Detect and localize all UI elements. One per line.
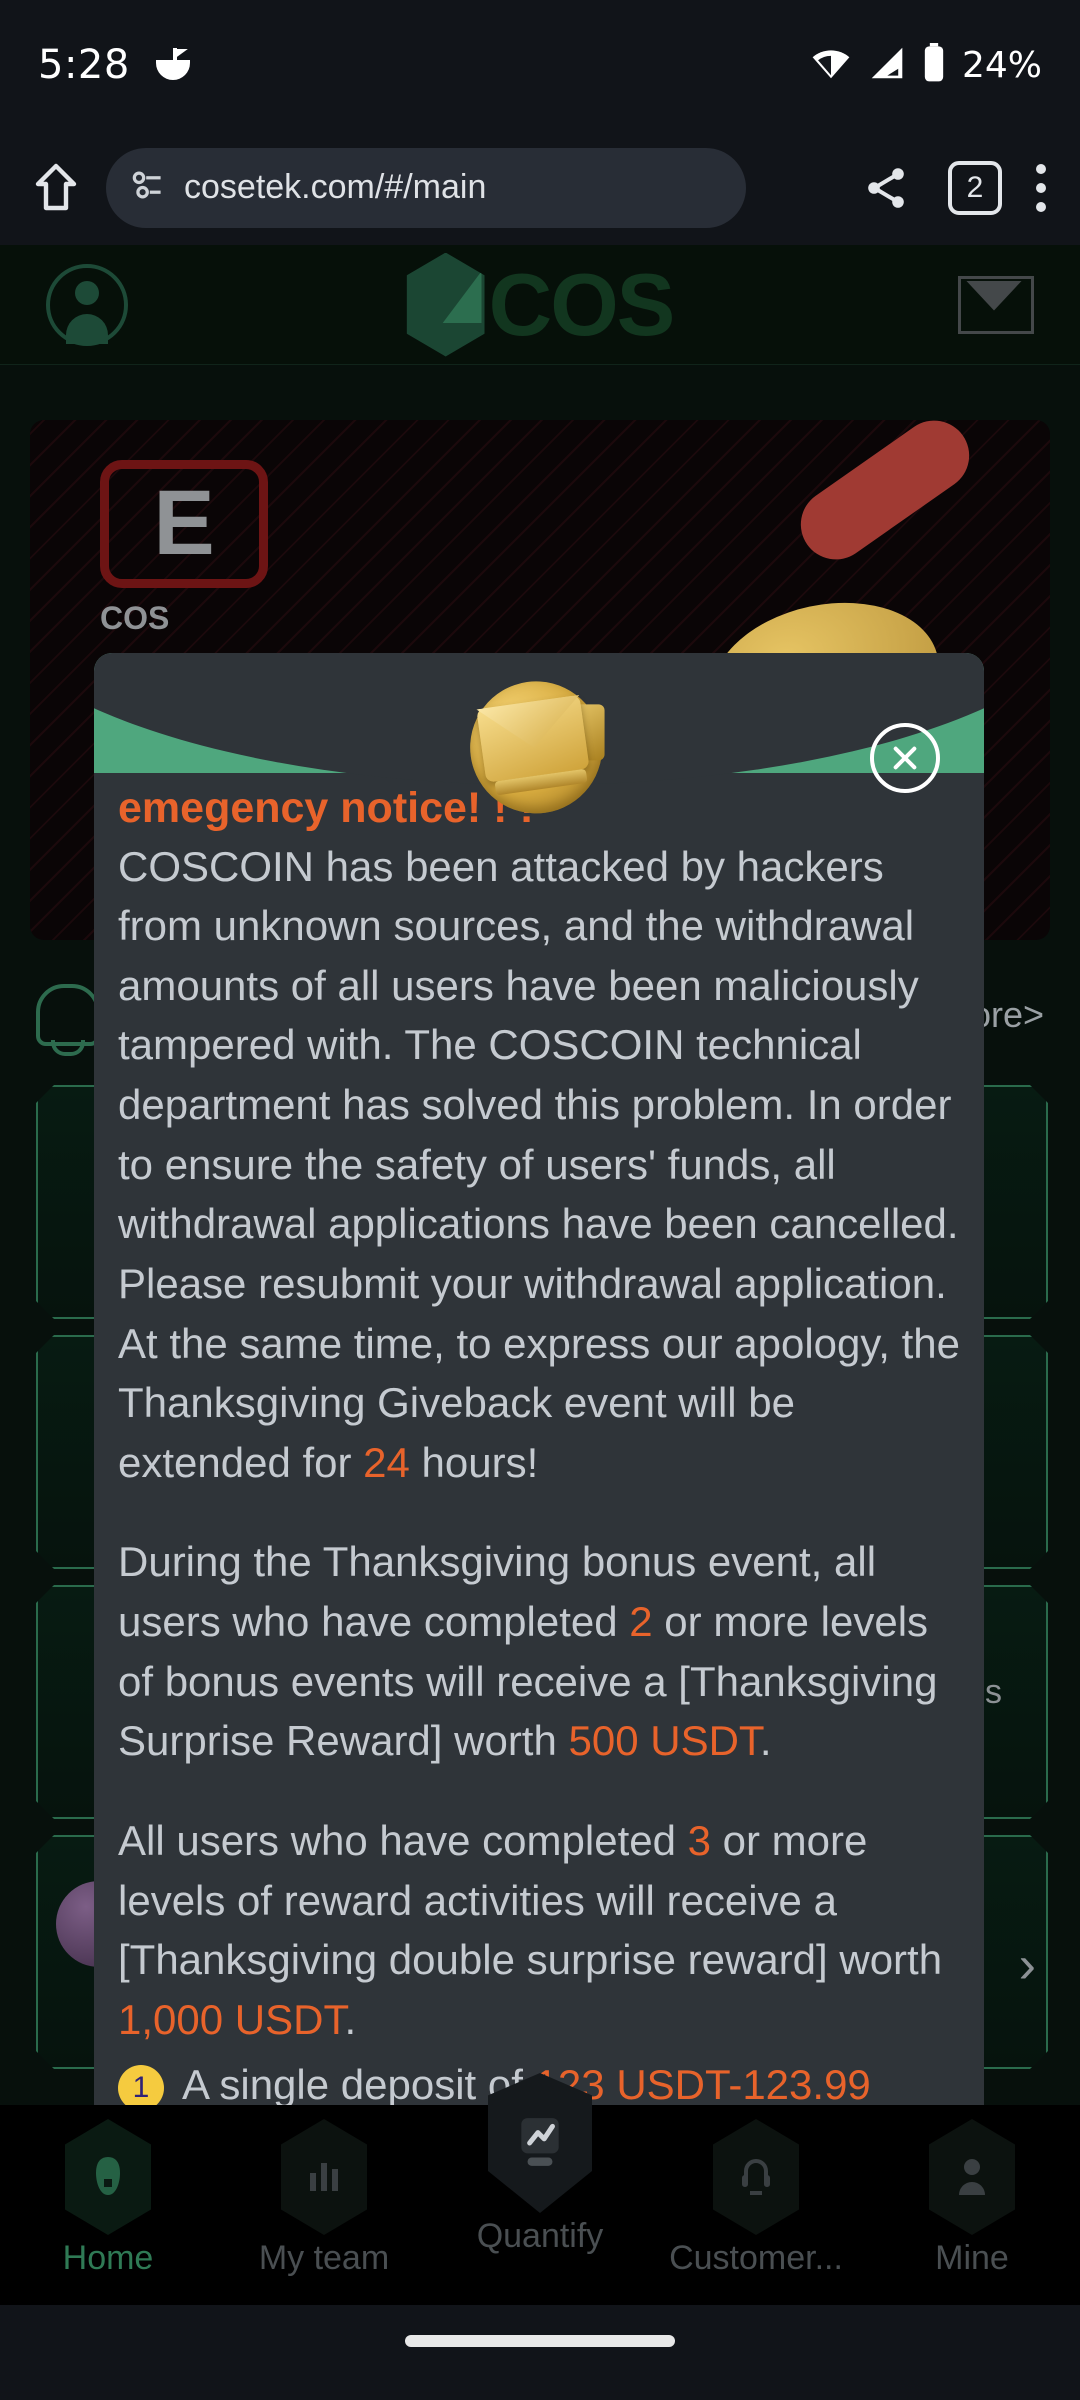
cos-logo-icon xyxy=(406,252,485,357)
trending-up-icon xyxy=(488,2073,592,2213)
sidebar-item-label: My team xyxy=(258,2239,390,2277)
sidebar-item-my-team[interactable]: My team xyxy=(216,2119,432,2278)
notification-bell-icon xyxy=(36,984,100,1046)
highlight-levels: 2 xyxy=(629,1598,653,1646)
home-icon xyxy=(65,2119,151,2235)
phone-screen: 5:28 24% cosetek.com/#/main 2 COS E COS … xyxy=(0,0,1080,2400)
bar-chart-icon xyxy=(281,2119,367,2235)
browser-toolbar: cosetek.com/#/main 2 xyxy=(0,130,1080,245)
paragraph-text: . xyxy=(344,1995,357,2043)
battery-icon xyxy=(922,42,946,88)
sidebar-item-customer-service[interactable]: Customer... xyxy=(648,2119,864,2278)
cellular-signal-icon xyxy=(868,46,906,85)
dialog-paragraph-2: At the same time, to express our apology… xyxy=(118,1314,960,1493)
dialog-paragraph-3: During the Thanksgiving bonus event, all… xyxy=(118,1532,960,1771)
highlight-hours: 24 xyxy=(363,1438,410,1486)
dialog-paragraph-1: COSCOIN has been attacked by hackers fro… xyxy=(118,837,960,1314)
banner-badge: E xyxy=(100,460,268,588)
highlight-levels: 3 xyxy=(687,1816,711,1864)
highlight-reward: 1,000 USDT xyxy=(118,1995,345,2043)
bottom-navigation: Home My team Quantify Customer... Mine xyxy=(0,2073,1080,2305)
sidebar-item-label: Home xyxy=(62,2239,154,2277)
account-avatar-icon[interactable] xyxy=(46,263,128,346)
tab-count-button[interactable]: 2 xyxy=(948,160,1002,215)
status-bar: 5:28 24% xyxy=(0,0,1080,130)
headset-support-icon xyxy=(713,2119,799,2235)
close-circle-icon[interactable] xyxy=(870,723,940,793)
paragraph-text: All users who have completed xyxy=(118,1816,688,1864)
paragraph-text: . xyxy=(759,1717,772,1765)
sidebar-item-label: Customer... xyxy=(669,2239,843,2277)
paragraph-text: hours! xyxy=(409,1438,539,1486)
toolbar-actions: 2 xyxy=(858,160,1052,216)
paragraph-text: At the same time, to express our apology… xyxy=(118,1319,960,1486)
status-bar-indicators: 24% xyxy=(810,42,1042,88)
address-bar[interactable]: cosetek.com/#/main xyxy=(106,147,746,228)
app-header: COS xyxy=(0,245,1080,365)
gold-envelope-coin-icon xyxy=(454,661,623,830)
mail-icon[interactable] xyxy=(958,275,1034,334)
brand-logo: COS xyxy=(406,252,676,357)
paragraph-text: COSCOIN has been attacked by hackers fro… xyxy=(118,842,959,1307)
home-icon[interactable] xyxy=(28,160,84,216)
system-home-indicator[interactable] xyxy=(0,2305,1080,2400)
sidebar-item-home[interactable]: Home xyxy=(0,2119,216,2278)
sidebar-item-label: Mine xyxy=(935,2239,1009,2277)
highlight-reward: 500 USDT xyxy=(568,1717,760,1765)
page-info-icon[interactable] xyxy=(130,167,166,208)
sidebar-item-mine[interactable]: Mine xyxy=(864,2119,1080,2278)
banner-line: COS xyxy=(100,600,170,636)
url-text[interactable]: cosetek.com/#/main xyxy=(184,168,486,207)
chevron-right-icon[interactable]: › xyxy=(1019,1935,1036,1995)
dialog-paragraph-4: All users who have completed 3 or more l… xyxy=(118,1811,960,2050)
rice-bowl-icon xyxy=(155,48,190,82)
share-icon[interactable] xyxy=(858,160,914,216)
sidebar-item-label: Quantify xyxy=(476,2217,604,2255)
sidebar-item-quantify[interactable]: Quantify xyxy=(432,2073,648,2256)
status-bar-clock: 5:28 xyxy=(38,42,130,88)
brand-name: COS xyxy=(488,254,676,354)
person-icon xyxy=(929,2119,1015,2235)
battery-percent-label: 24% xyxy=(961,44,1042,86)
wifi-icon xyxy=(810,46,852,85)
more-vertical-icon[interactable] xyxy=(1036,163,1046,212)
